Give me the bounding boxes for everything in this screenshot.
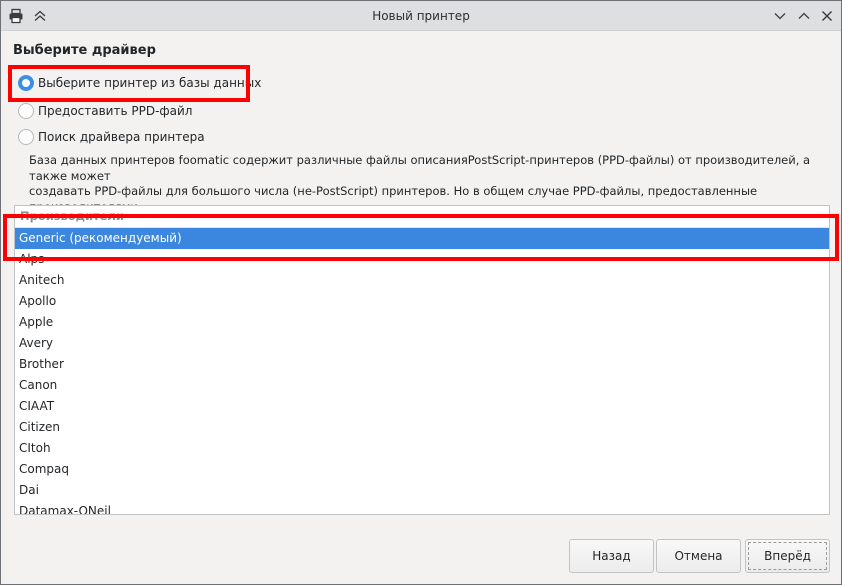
close-icon[interactable] xyxy=(819,8,835,24)
cancel-button[interactable]: Отмена xyxy=(656,539,741,573)
list-item[interactable]: Dai xyxy=(15,480,829,501)
page-heading: Выберите драйвер xyxy=(13,43,156,58)
chevron-down-icon[interactable] xyxy=(772,8,788,24)
manufacturer-list[interactable]: Производители Generic (рекомендуемый) Alp… xyxy=(14,205,830,515)
list-item[interactable]: Brother xyxy=(15,354,829,375)
new-printer-dialog: Новый принтер Выберите драйвер Выберите … xyxy=(0,0,842,585)
list-item[interactable]: Datamax-ONeil xyxy=(15,501,829,514)
list-item[interactable]: Citizen xyxy=(15,417,829,438)
list-header[interactable]: Производители xyxy=(15,206,829,228)
window-title: Новый принтер xyxy=(372,9,470,23)
radio-option-database[interactable]: Выберите принтер из базы данных xyxy=(18,73,261,93)
list-item[interactable]: Alps xyxy=(15,249,829,270)
list-item[interactable]: Compaq xyxy=(15,459,829,480)
title-bar[interactable]: Новый принтер xyxy=(1,1,841,31)
list-item-selected[interactable]: Generic (рекомендуемый) xyxy=(15,228,829,249)
description-line: База данных принтеров foomatic содержит … xyxy=(29,153,811,183)
radio-option-search-driver[interactable]: Поиск драйвера принтера xyxy=(18,127,205,147)
radio-button[interactable] xyxy=(18,103,34,119)
radio-option-ppd-file[interactable]: Предоставить PPD-файл xyxy=(18,101,192,121)
radio-label: Предоставить PPD-файл xyxy=(38,104,193,118)
list-item[interactable]: Anitech xyxy=(15,270,829,291)
list-item[interactable]: Canon xyxy=(15,375,829,396)
list-item[interactable]: CItoh xyxy=(15,438,829,459)
list-item[interactable]: CIAAT xyxy=(15,396,829,417)
list-item[interactable]: Apollo xyxy=(15,291,829,312)
list-item[interactable]: Avery xyxy=(15,333,829,354)
radio-button[interactable] xyxy=(18,129,34,145)
forward-button[interactable]: Вперёд xyxy=(745,539,830,573)
chevron-up-icon[interactable] xyxy=(796,8,812,24)
radio-button-checked[interactable] xyxy=(18,75,34,91)
list-item[interactable]: Apple xyxy=(15,312,829,333)
radio-label: Выберите принтер из базы данных xyxy=(38,76,262,90)
radio-label: Поиск драйвера принтера xyxy=(38,130,205,144)
back-button[interactable]: Назад xyxy=(569,539,654,573)
